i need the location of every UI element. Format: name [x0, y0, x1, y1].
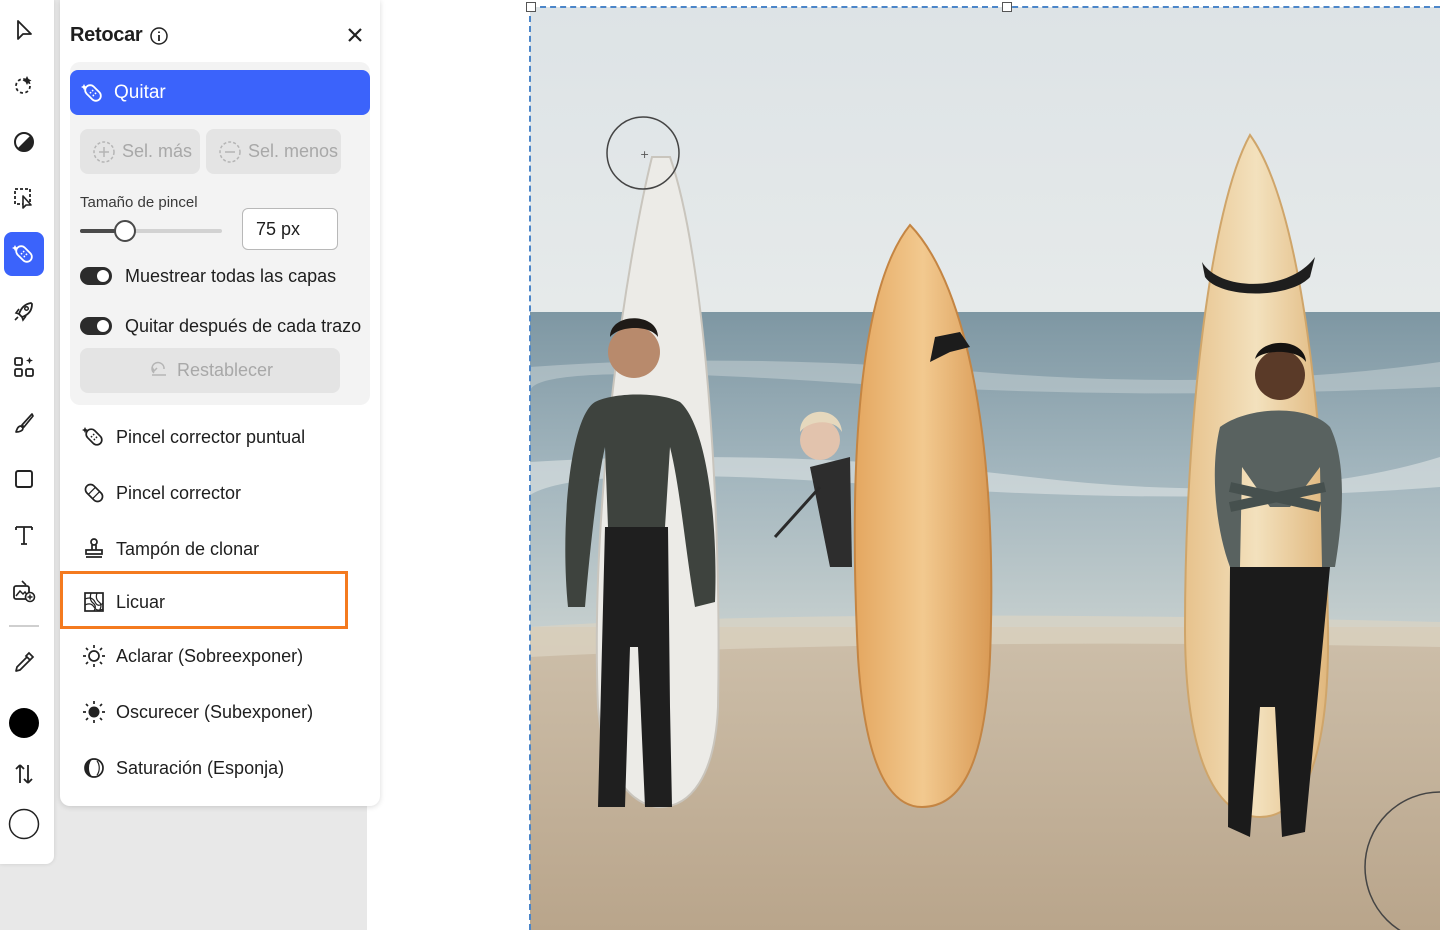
background-color-swatch[interactable]	[4, 802, 44, 846]
sample-all-layers-toggle[interactable]	[80, 267, 112, 285]
slider-thumb[interactable]	[114, 220, 136, 242]
selection-border-left	[529, 6, 531, 930]
spot-healing-label: Pincel corrector puntual	[116, 426, 306, 447]
remove-after-stroke-label: Quitar después de cada trazo	[125, 315, 362, 336]
healing-bandage-icon	[84, 483, 104, 503]
brush-size-input[interactable]: 75 px	[242, 208, 338, 250]
subtract-selection-button[interactable]: Sel. menos	[206, 129, 341, 174]
liquify-item[interactable]: Licuar	[70, 580, 350, 624]
generate-icon[interactable]	[4, 345, 44, 389]
clone-stamp-icon	[85, 538, 103, 558]
healing-brush-item[interactable]: Pincel corrector	[70, 471, 350, 515]
transform-handle-top-left[interactable]	[526, 2, 536, 12]
retouch-panel: Retocar Quitar Sel. más Sel. menos Tamañ…	[60, 0, 380, 806]
sponge-label: Saturación (Esponja)	[116, 757, 285, 778]
spot-healing-icon	[82, 427, 103, 446]
reset-icon	[151, 361, 166, 376]
burn-item[interactable]: Oscurecer (Subexponer)	[70, 690, 350, 734]
liquify-label: Licuar	[116, 591, 166, 612]
burn-label: Oscurecer (Subexponer)	[116, 701, 314, 722]
remove-after-stroke-toggle-row[interactable]: Quitar después de cada trazo	[80, 313, 361, 339]
image-canvas[interactable]: +	[530, 7, 1440, 930]
quick-actions-rocket-icon[interactable]	[4, 289, 44, 333]
add-selection-label: Sel. más	[122, 141, 193, 161]
healing-brush-label: Pincel corrector	[116, 482, 242, 503]
reset-label: Restablecer	[176, 360, 274, 380]
beach-surfers-photo: +	[530, 7, 1440, 930]
svg-text:+: +	[640, 148, 649, 161]
dodge-item[interactable]: Aclarar (Sobreexponer)	[70, 634, 350, 678]
left-toolbar	[0, 0, 54, 864]
brush-size-slider[interactable]	[80, 220, 222, 242]
liquify-icon	[84, 592, 104, 612]
selection-border-top	[530, 6, 1440, 8]
sponge-icon	[84, 758, 104, 778]
remove-tool-button[interactable]: Quitar	[70, 70, 370, 115]
add-selection-button[interactable]: Sel. más	[80, 129, 200, 174]
reset-button[interactable]: Restablecer	[80, 348, 340, 393]
sponge-item[interactable]: Saturación (Esponja)	[70, 746, 350, 790]
dodge-sun-icon	[83, 645, 105, 667]
sample-all-layers-toggle-row[interactable]: Muestrear todas las capas	[80, 263, 336, 289]
remove-after-stroke-toggle[interactable]	[80, 317, 112, 335]
add-circle-dashed-icon	[93, 140, 115, 163]
quick-select-icon[interactable]	[4, 63, 44, 107]
dodge-label: Aclarar (Sobreexponer)	[116, 645, 304, 666]
object-select-icon[interactable]	[4, 176, 44, 220]
shape-icon[interactable]	[4, 457, 44, 501]
subtract-selection-label: Sel. menos	[248, 141, 339, 161]
brush-size-label: Tamaño de pincel	[80, 194, 198, 211]
retouch-icon[interactable]	[4, 232, 44, 276]
clone-stamp-item[interactable]: Tampón de clonar	[70, 527, 350, 571]
text-icon[interactable]	[4, 513, 44, 557]
close-icon[interactable]	[344, 24, 366, 46]
spot-healing-brush-item[interactable]: Pincel corrector puntual	[70, 415, 350, 459]
sample-all-layers-label: Muestrear todas las capas	[125, 265, 337, 286]
panel-title: Retocar	[70, 24, 143, 46]
remove-bandage-icon	[81, 83, 102, 102]
brush-icon[interactable]	[4, 401, 44, 445]
swap-colors-icon[interactable]	[4, 752, 44, 796]
subtract-circle-dashed-icon	[219, 140, 241, 163]
eyedropper-icon[interactable]	[4, 640, 44, 684]
clone-stamp-label: Tampón de clonar	[116, 538, 260, 559]
burn-sun-icon	[83, 701, 105, 723]
info-icon[interactable]	[149, 26, 169, 46]
toolbar-divider	[9, 625, 39, 627]
remove-tool-label: Quitar	[114, 81, 166, 103]
adjust-icon[interactable]	[4, 120, 44, 164]
select-arrow-icon[interactable]	[4, 8, 44, 52]
remove-tool-options: Quitar Sel. más Sel. menos Tamaño de pin…	[70, 62, 370, 405]
add-image-icon[interactable]	[4, 569, 44, 613]
foreground-color-swatch[interactable]	[4, 701, 44, 745]
transform-handle-top-center[interactable]	[1002, 2, 1012, 12]
